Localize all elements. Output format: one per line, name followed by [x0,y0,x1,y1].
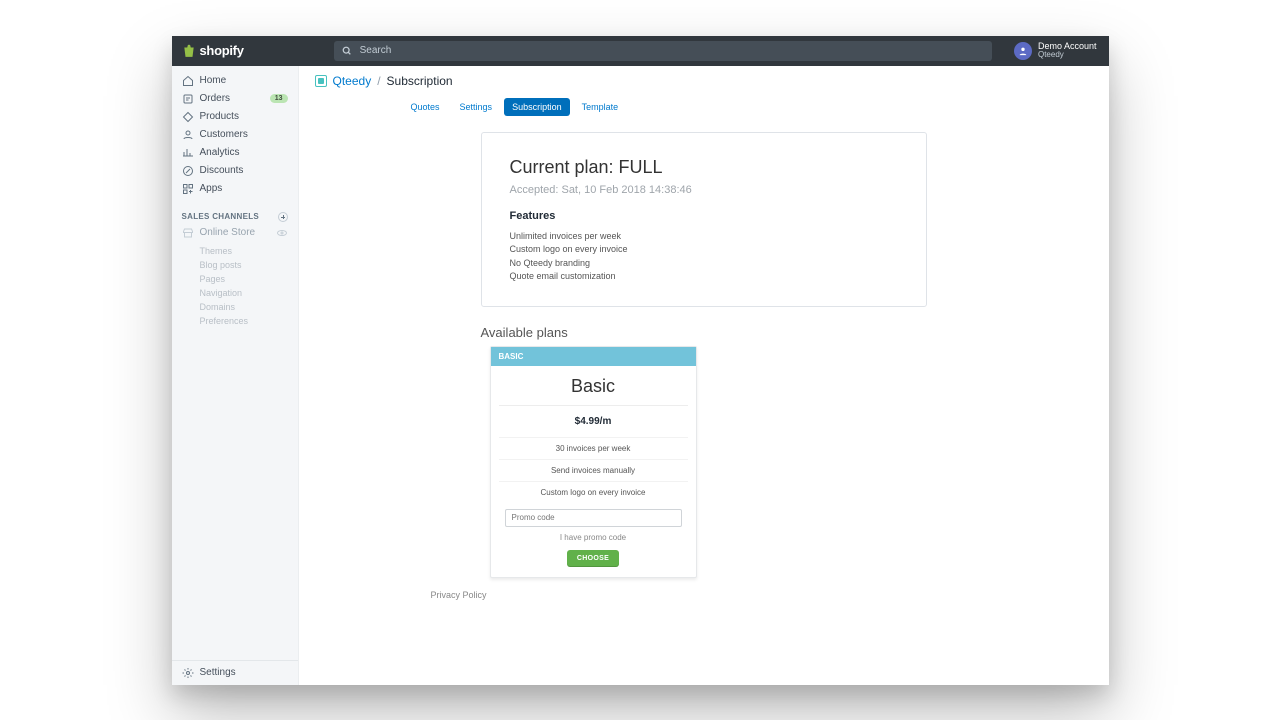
sidebar-item-label: Home [200,75,227,86]
subnav-navigation[interactable]: Navigation [200,286,298,300]
sidebar-item-online-store[interactable]: Online Store [172,224,298,242]
tab-template[interactable]: Template [574,98,627,116]
plan-feature: Send invoices manually [499,459,688,481]
plan-card-basic: BASIC Basic $4.99/m 30 invoices per week… [490,346,697,578]
content: Current plan: FULL Accepted: Sat, 10 Feb… [299,116,1109,612]
subnav-pages[interactable]: Pages [200,272,298,286]
sidebar-item-label: Analytics [200,147,240,158]
account-app: Qteedy [1038,51,1097,59]
sidebar-item-label: Products [200,111,239,122]
sidebar-item-discounts[interactable]: Discounts [172,162,298,180]
app-window: shopify Demo Account Qteedy Home [172,36,1109,685]
promo-note[interactable]: I have promo code [491,529,696,548]
sidebar-item-orders[interactable]: Orders 13 [172,90,298,108]
gear-icon [182,667,194,679]
current-plan-title: Current plan: FULL [510,157,898,178]
choose-button[interactable]: CHOOSE [567,550,619,567]
plan-tag: BASIC [491,347,696,366]
current-plan-accepted: Accepted: Sat, 10 Feb 2018 14:38:46 [510,184,898,196]
breadcrumb-separator: / [377,74,380,88]
plan-feature: 30 invoices per week [499,437,688,459]
subnav-domains[interactable]: Domains [200,300,298,314]
search-input[interactable] [358,42,984,60]
sidebar: Home Orders 13 Products Customers [172,66,299,685]
subnav-preferences[interactable]: Preferences [200,314,298,328]
features-list: Unlimited invoices per week Custom logo … [510,230,898,284]
discount-icon [182,165,194,177]
sidebar-item-home[interactable]: Home [172,72,298,90]
feature-item: Unlimited invoices per week [510,230,898,244]
plan-price: $4.99/m [491,406,696,437]
sidebar-item-label: Apps [200,183,223,194]
account-text: Demo Account Qteedy [1038,42,1097,59]
sales-channels-label: SALES CHANNELS [182,212,260,221]
main: Qteedy / Subscription Quotes Settings Su… [299,66,1109,685]
breadcrumb: Qteedy / Subscription [299,66,1109,94]
choose-wrap: CHOOSE [491,548,696,577]
orders-badge: 13 [270,94,288,103]
person-icon [182,129,194,141]
primary-nav: Home Orders 13 Products Customers [172,66,298,204]
sidebar-footer: Settings [172,660,298,685]
apps-icon [182,183,194,195]
sidebar-item-analytics[interactable]: Analytics [172,144,298,162]
search-field[interactable] [334,41,992,61]
sidebar-item-label: Online Store [200,227,256,238]
tab-settings[interactable]: Settings [452,98,501,116]
sidebar-item-apps[interactable]: Apps [172,180,298,198]
feature-item: Custom logo on every invoice [510,243,898,257]
sidebar-item-customers[interactable]: Customers [172,126,298,144]
sidebar-item-settings[interactable]: Settings [172,661,298,685]
current-plan-card: Current plan: FULL Accepted: Sat, 10 Feb… [481,132,927,307]
search-wrap [254,41,1002,61]
topbar: shopify Demo Account Qteedy [172,36,1109,66]
sidebar-item-label: Customers [200,129,248,140]
promo-wrap [491,503,696,529]
available-plans-heading: Available plans [481,325,927,340]
analytics-icon [182,147,194,159]
eye-icon[interactable] [276,227,288,239]
shopify-bag-icon [182,44,196,58]
orders-icon [182,93,194,105]
features-heading: Features [510,210,898,222]
store-icon [182,227,194,239]
account-menu[interactable]: Demo Account Qteedy [1002,42,1109,60]
sales-channels-heading: SALES CHANNELS [172,204,298,224]
privacy-link[interactable]: Privacy Policy [431,590,487,600]
breadcrumb-current: Subscription [387,74,453,88]
online-store-subnav: Themes Blog posts Pages Navigation Domai… [172,242,298,328]
promo-code-input[interactable] [505,509,682,527]
brand-text: shopify [200,43,244,58]
app-logo-icon [315,75,327,87]
plan-feature: Custom logo on every invoice [499,481,688,503]
home-icon [182,75,194,87]
feature-item: Quote email customization [510,270,898,284]
brand-logo: shopify [172,43,254,58]
subnav-blog-posts[interactable]: Blog posts [200,258,298,272]
plan-name: Basic [491,366,696,405]
sidebar-item-label: Settings [200,667,236,678]
tag-icon [182,111,194,123]
channels-nav: Online Store Themes Blog posts Pages Nav… [172,224,298,328]
tabbar: Quotes Settings Subscription Template [299,94,1109,116]
feature-item: No Qteedy branding [510,257,898,271]
tab-subscription[interactable]: Subscription [504,98,570,116]
search-icon [342,46,352,56]
person-icon [1018,46,1028,56]
sidebar-item-products[interactable]: Products [172,108,298,126]
avatar [1014,42,1032,60]
sidebar-item-label: Orders [200,93,231,104]
breadcrumb-app-link[interactable]: Qteedy [333,74,372,88]
subnav-themes[interactable]: Themes [200,244,298,258]
footer: Privacy Policy [481,590,927,600]
sidebar-item-label: Discounts [200,165,244,176]
add-channel-icon[interactable] [278,212,288,222]
tab-quotes[interactable]: Quotes [403,98,448,116]
